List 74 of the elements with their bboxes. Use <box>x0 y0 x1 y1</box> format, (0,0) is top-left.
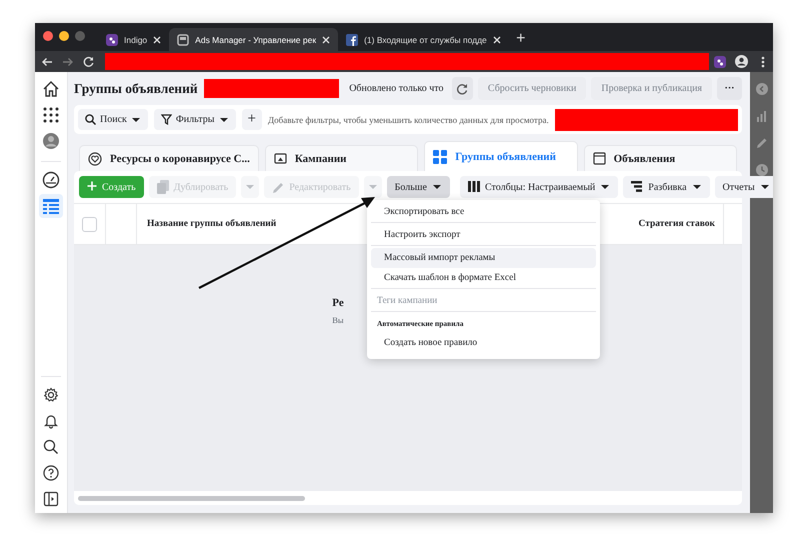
caret-icon <box>760 183 770 191</box>
more-button[interactable]: ··· <box>717 77 742 100</box>
page-icon <box>177 34 190 46</box>
search-icon <box>85 114 96 125</box>
filters-button[interactable]: Фильтры <box>154 109 236 130</box>
extension-icon[interactable] <box>714 56 726 68</box>
avatar-icon <box>42 132 60 150</box>
caret-icon <box>600 183 610 191</box>
tab-title: Indigo <box>124 34 148 44</box>
close-icon[interactable] <box>322 36 330 44</box>
settings-icon[interactable] <box>43 387 59 403</box>
browser-tab[interactable]: Indigo <box>98 28 170 51</box>
empty-state-title: Ре <box>332 297 344 309</box>
bell-icon[interactable] <box>43 413 59 429</box>
refresh-icon <box>456 82 468 94</box>
object-tab[interactable]: Объявления <box>584 145 737 171</box>
home-icon <box>42 80 60 98</box>
facebook-icon <box>346 34 358 46</box>
reload-icon[interactable] <box>83 56 94 67</box>
close-icon[interactable] <box>153 36 162 44</box>
help-icon[interactable] <box>43 465 59 481</box>
reports-button[interactable]: Отчеты <box>714 176 773 198</box>
side-panel-icon[interactable] <box>43 491 59 507</box>
columns-button[interactable]: Столбцы: Настраиваемый <box>460 176 618 198</box>
empty-state-text: Вы <box>332 315 344 325</box>
caret-icon <box>432 183 442 191</box>
breakdown-button[interactable]: Разбивка <box>623 176 710 198</box>
refresh-button[interactable] <box>452 77 473 100</box>
gauge-icon <box>42 171 60 189</box>
pencil-icon <box>272 181 284 193</box>
copy-icon <box>156 180 169 194</box>
new-tab-button[interactable]: + <box>516 30 526 48</box>
columns-icon <box>468 181 480 193</box>
menu-item[interactable]: Экспортировать все <box>371 202 596 223</box>
object-tab[interactable]: Ресурсы о коронавирусе C... <box>79 145 259 171</box>
forward-icon[interactable] <box>62 56 74 66</box>
window-controls-drawing <box>42 30 86 42</box>
column-header: Стратегия ставок <box>638 219 716 229</box>
menu-item[interactable]: Массовый импорт рекламы <box>371 248 596 268</box>
column-header: Название группы объявлений <box>146 219 278 229</box>
caret-icon <box>368 183 378 191</box>
browser-tab[interactable]: (1) Входящие от службы подде <box>338 28 508 51</box>
tab-title: (1) Входящие от службы подде <box>364 34 487 44</box>
more-button[interactable]: Больше <box>386 176 450 198</box>
object-tab[interactable]: Кампании <box>264 145 418 171</box>
grid-icon <box>433 150 448 164</box>
apps-grid-icon <box>42 106 60 124</box>
page-title: Группы объявлений <box>74 80 198 96</box>
caret-icon <box>218 116 229 124</box>
menu-item[interactable]: Настроить экспорт <box>371 225 596 246</box>
caret-icon <box>692 183 702 191</box>
plus-icon <box>87 181 97 193</box>
menu-item[interactable]: Создать новое правило <box>371 333 596 353</box>
tab-title: Ads Manager - Управление рек <box>195 34 316 44</box>
search-icon[interactable] <box>43 439 59 455</box>
search-button[interactable]: Поиск <box>78 109 148 130</box>
breakdown-icon <box>631 181 644 193</box>
scrollbar-thumb[interactable] <box>78 496 305 500</box>
browser-tab[interactable]: Ads Manager - Управление рек <box>169 28 338 51</box>
add-filter-button[interactable]: + <box>242 109 262 130</box>
status-text: Обновлено только что <box>349 83 444 94</box>
filter-hint: Добавьте фильтры, чтобы уменьшить количество данных для просмотра. <box>268 114 549 124</box>
table-icon <box>42 197 60 215</box>
caret-icon <box>130 116 141 124</box>
close-icon[interactable] <box>492 36 501 44</box>
app-logo-icon <box>106 34 118 46</box>
funnel-icon <box>160 114 172 125</box>
back-icon[interactable] <box>41 56 53 66</box>
profile-icon[interactable] <box>735 55 748 68</box>
menu-item[interactable]: Скачать шаблон в формате Excel <box>371 268 596 289</box>
checkbox[interactable] <box>82 216 97 232</box>
menu-icon[interactable] <box>761 56 765 68</box>
object-tab[interactable]: Группы объявлений <box>424 141 578 171</box>
caret-icon <box>245 183 256 191</box>
